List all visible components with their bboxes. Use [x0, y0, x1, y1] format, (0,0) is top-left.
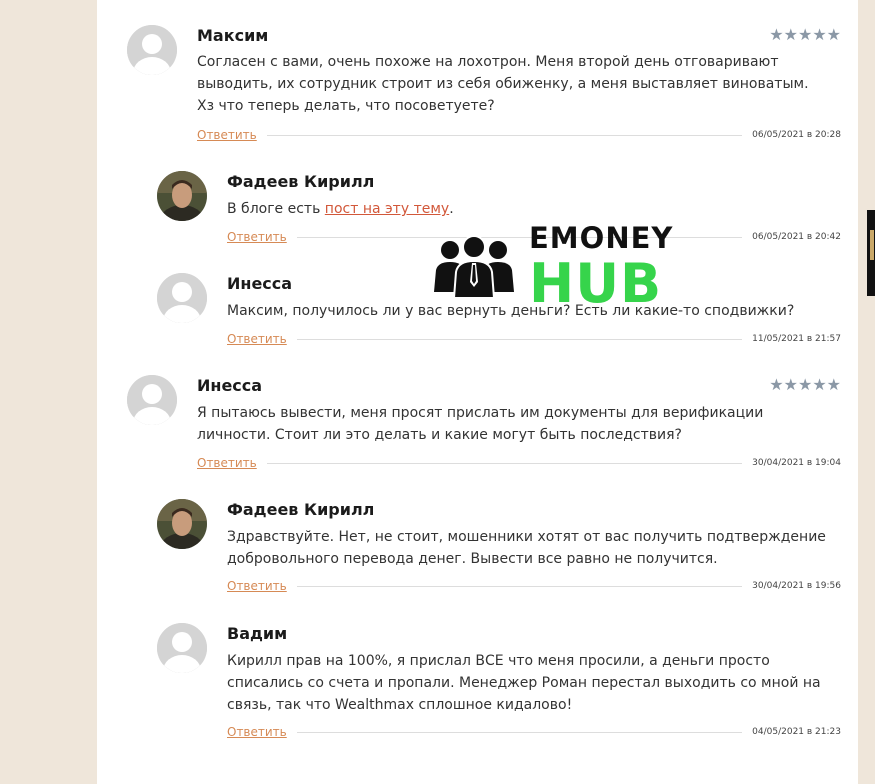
comment-text: Я пытаюсь вывести, меня просят прислать …	[197, 405, 764, 443]
reply-link[interactable]: Ответить	[227, 230, 287, 244]
default-avatar	[127, 25, 177, 75]
comment-text: Кирилл прав на 100%, я прислал ВСЕ что м…	[227, 653, 821, 713]
comment-date: 06/05/2021 в 20:42	[752, 232, 841, 242]
people-icon	[434, 236, 514, 298]
comment-text: Согласен с вами, очень похоже на лохотро…	[197, 54, 809, 114]
comment-author: Фадеев Кирилл	[227, 500, 375, 519]
comment-item: Фадеев Кирилл Здравствуйте. Нет, не стои…	[157, 499, 841, 599]
watermark-line1: EMONEY	[529, 221, 674, 255]
comment-item: Вадим Кирилл прав на 100%, я прислал ВСЕ…	[157, 623, 841, 743]
divider	[266, 462, 743, 464]
post-link[interactable]: пост на эту тему	[325, 201, 449, 217]
watermark-line2: HUB	[529, 252, 663, 315]
divider	[296, 731, 743, 733]
comment-text: Здравствуйте. Нет, не стоит, мошенники х…	[227, 529, 826, 567]
watermark-logo: EMONEY HUB	[430, 222, 700, 312]
comment-meta: Ответить 11/05/2021 в 21:57	[227, 332, 841, 346]
reply-link[interactable]: Ответить	[227, 725, 287, 739]
comment-author: Фадеев Кирилл	[227, 172, 375, 191]
reply-link[interactable]: Ответить	[227, 579, 287, 593]
divider	[266, 134, 743, 136]
rating-stars: ★★★★★	[769, 27, 841, 43]
comment-author: Инесса	[227, 274, 293, 293]
comment-date: 04/05/2021 в 21:23	[752, 727, 841, 737]
reply-link[interactable]: Ответить	[227, 332, 287, 346]
reply-link[interactable]: Ответить	[197, 128, 257, 142]
comment-meta: Ответить 30/04/2021 в 19:56	[227, 579, 841, 593]
default-avatar	[157, 623, 207, 673]
comment-meta: Ответить 30/04/2021 в 19:04	[197, 456, 841, 470]
star-icons: ★★★★★	[769, 25, 841, 44]
star-icons: ★★★★★	[769, 375, 841, 394]
divider	[296, 338, 743, 340]
comment-date: 06/05/2021 в 20:28	[752, 130, 841, 140]
comment-date: 30/04/2021 в 19:56	[752, 581, 841, 591]
comment-meta: Ответить 04/05/2021 в 21:23	[227, 725, 841, 739]
comment-date: 11/05/2021 в 21:57	[752, 334, 841, 344]
comment-text-part: .	[449, 201, 454, 217]
comment-author: Вадим	[227, 624, 288, 643]
side-image-fragment	[867, 210, 875, 296]
comment-item: Инесса ★★★★★ Я пытаюсь вывести, меня про…	[127, 375, 841, 475]
comment-item: Максим ★★★★★ Согласен с вами, очень похо…	[127, 25, 841, 145]
comment-text-part: В блоге есть	[227, 201, 325, 217]
comment-date: 30/04/2021 в 19:04	[752, 458, 841, 468]
reply-link[interactable]: Ответить	[197, 456, 257, 470]
comment-meta: Ответить 06/05/2021 в 20:28	[197, 128, 841, 142]
author-photo-avatar	[157, 499, 207, 549]
comment-author: Инесса	[197, 376, 263, 395]
author-photo-avatar	[157, 171, 207, 221]
rating-stars: ★★★★★	[769, 377, 841, 393]
comment-author: Максим	[197, 26, 269, 45]
default-avatar	[127, 375, 177, 425]
comment-text: В блоге есть пост на эту тему.	[227, 198, 827, 220]
default-avatar	[157, 273, 207, 323]
divider	[296, 585, 743, 587]
